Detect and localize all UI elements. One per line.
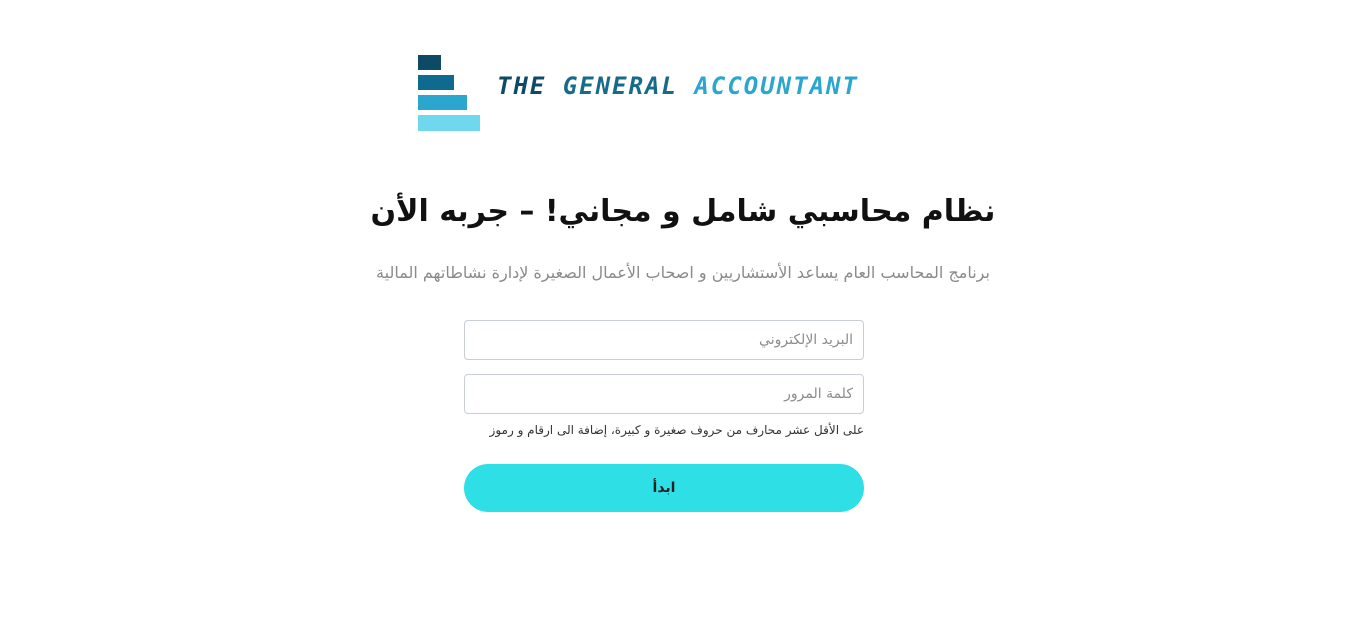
logo-bar-icon (418, 95, 467, 110)
logo-bar-icon (418, 55, 441, 70)
logo-word-accountant: ACCOUNTANT (694, 72, 859, 100)
logo-bar-icon (418, 75, 454, 90)
password-field[interactable] (464, 374, 864, 414)
logo: THE GENERAL ACCOUNTANT (418, 54, 898, 134)
signup-page: THE GENERAL ACCOUNTANT نظام محاسبي شامل … (0, 0, 1366, 625)
start-button[interactable]: ابدأ (464, 464, 864, 512)
page-subtitle: برنامج المحاسب العام يساعد الأستشاريين و… (376, 263, 990, 282)
email-field[interactable] (464, 320, 864, 360)
page-title: نظام محاسبي شامل و مجاني! – جربه الأن (370, 194, 996, 229)
logo-text: THE GENERAL ACCOUNTANT (497, 72, 859, 100)
logo-bar-icon (418, 115, 480, 131)
logo-word-general: GENERAL (562, 72, 678, 100)
password-hint: على الأقل عشر محارف من حروف صغيرة و كبير… (489, 423, 864, 437)
logo-word-the: THE (497, 72, 547, 100)
